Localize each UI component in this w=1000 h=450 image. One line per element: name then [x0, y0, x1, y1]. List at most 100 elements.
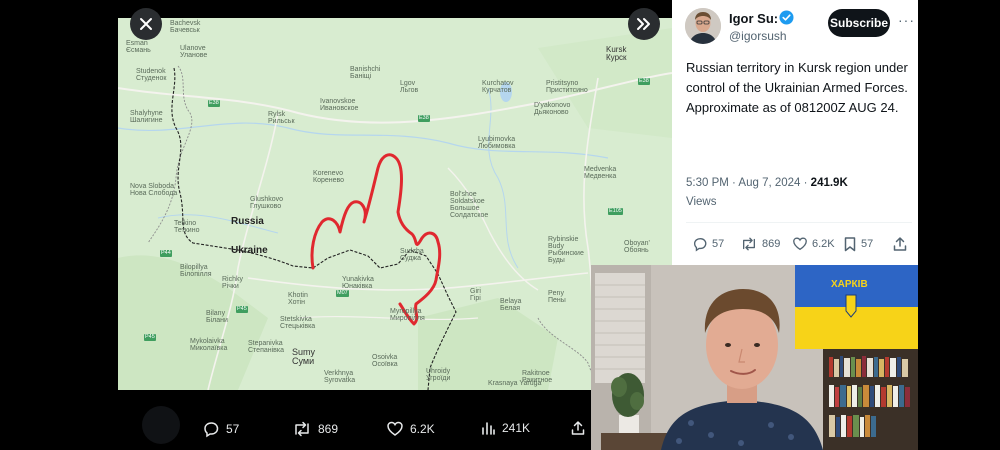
heart-icon	[387, 421, 403, 436]
town-label: Tetkino Теткино	[174, 220, 200, 234]
reply-icon	[204, 422, 219, 438]
like-count: 6.2K	[410, 422, 435, 436]
town-label: Esman Єсмань	[126, 40, 151, 54]
road-shield: E38	[638, 78, 650, 85]
close-icon	[140, 18, 152, 30]
road-shield: M07	[336, 290, 349, 297]
town-label: Bol'shoe Soldatskoe Большое Солдатское	[450, 191, 489, 219]
road-shield: P44	[160, 250, 172, 257]
media-viewer: Russia Ukraine Bachevsk Бачевськ Esman Є…	[118, 0, 672, 450]
town-label: Richky Річки	[222, 276, 244, 290]
town-label: Medvenka Медвенка	[584, 166, 617, 180]
avatar-placeholder	[142, 406, 180, 444]
repost-count: 869	[318, 422, 339, 436]
town-label: Rybinskie Budy Рыбинские Буды	[548, 236, 584, 264]
town-label: Bilany Білани	[206, 310, 228, 324]
views-count: 241K	[502, 421, 531, 435]
town-label: Lyubimovka Любимовка	[478, 136, 516, 150]
repost-icon	[743, 237, 755, 251]
close-button[interactable]	[130, 8, 162, 40]
town-label: Bachevsk Бачевськ	[170, 20, 201, 34]
share-icon	[571, 421, 585, 435]
user-name[interactable]: Igor Su:	[729, 11, 778, 26]
town-label: Myropillya Миропілля	[390, 308, 425, 322]
town-label: Uhroidy Угроїди	[426, 368, 451, 382]
expand-button[interactable]	[628, 8, 660, 40]
bookmark-icon	[844, 237, 856, 252]
tweet-metadata: 5:30 PM · Aug 7, 2024 · 241.9K	[686, 177, 848, 189]
views-action[interactable]: 241K	[480, 420, 530, 436]
expand-icon	[637, 18, 650, 30]
webcam-video: ХАРКІВ	[591, 265, 918, 450]
town-label: Kurchatov Курчатов	[482, 80, 514, 94]
town-label: Lgov Льгов	[400, 80, 419, 94]
reply-icon	[693, 237, 707, 252]
tweet-text: Russian territory in Kursk region under …	[686, 58, 912, 118]
share-action[interactable]	[570, 420, 586, 436]
town-label: Belaya Белая	[500, 298, 522, 312]
town-label: Sudzha Суджа	[400, 248, 424, 262]
reply-count: 57	[712, 238, 725, 250]
town-label: Rylsk Рильськ	[268, 111, 295, 125]
town-label: Oboyan' Обоянь	[624, 240, 650, 254]
subscribe-button[interactable]: Subscribe	[828, 9, 890, 37]
avatar-image	[685, 8, 721, 44]
repost-count: 869	[762, 238, 781, 250]
tweet-text-line: Approximate as of 081200Z AUG 24.	[686, 100, 899, 115]
road-shield: E105	[608, 208, 623, 215]
more-options-button[interactable]: ···	[898, 12, 915, 28]
town-label: Nova Sloboda Нова Слобода	[130, 183, 178, 197]
map-background	[118, 18, 672, 390]
repost-action[interactable]: 869	[292, 420, 338, 438]
town-label-sumy: Sumy Суми	[292, 347, 316, 366]
verified-badge-icon	[779, 10, 794, 25]
reply-action[interactable]: 57	[202, 420, 239, 438]
town-label: Ivanovskoe Ивановское	[320, 98, 359, 112]
town-label: Stetskivka Стецьківка	[280, 316, 316, 330]
town-label: Peny Пены	[548, 290, 566, 304]
town-label: Ulanove Уланове	[180, 45, 208, 59]
bookmark-action[interactable]: 57	[843, 236, 873, 252]
divider	[686, 222, 912, 223]
town-label: D'yakonovo Дьяконово	[534, 102, 571, 116]
reply-count: 57	[226, 422, 240, 436]
town-label: Giri Гірі	[470, 288, 481, 302]
heart-icon	[793, 237, 807, 251]
user-handle[interactable]: @igorsush	[729, 29, 787, 43]
town-label-kursk: Kursk Курск	[606, 45, 627, 62]
town-label: Osoivka Осоївка	[372, 354, 398, 368]
tweet-action-bar: 57 869 6.2K 57	[686, 236, 912, 256]
road-shield: E38	[418, 115, 430, 122]
reply-action[interactable]: 57	[692, 236, 724, 252]
town-label: Studenok Студенок	[136, 68, 167, 82]
town-label: Verkhnya Syrovatka	[324, 370, 356, 384]
town-label: Banishchi Баніщі	[350, 66, 381, 80]
road-shield: P45	[236, 306, 248, 313]
avatar[interactable]	[685, 8, 721, 44]
like-action[interactable]: 6.2K	[386, 420, 435, 438]
town-label: Bilopillya Білопілля	[180, 264, 212, 278]
tweet-view-count: 241.9K	[810, 177, 848, 189]
town-label: Mykolaivka Миколаївка	[190, 338, 228, 352]
tweet-timestamp[interactable]: 5:30 PM · Aug 7, 2024 ·	[686, 177, 811, 189]
like-count: 6.2K	[812, 238, 835, 250]
views-icon	[482, 422, 495, 435]
tweet-text-line: Russian territory in Kursk region under …	[686, 60, 908, 95]
town-label: Korenevo Коренево	[313, 170, 345, 184]
town-label: Shalyhyne Шалигине	[130, 110, 163, 124]
letterbox-edge	[918, 0, 1000, 450]
road-shield: P45	[144, 334, 156, 341]
country-label-ukraine: Ukraine	[231, 245, 268, 256]
media-action-bar: 57 869 6.2K 241K	[118, 400, 672, 450]
repost-action[interactable]: 869	[740, 236, 780, 252]
country-label-russia: Russia	[231, 216, 264, 227]
town-label: Glushkovo Глушково	[250, 196, 284, 210]
share-icon	[893, 237, 907, 251]
share-action[interactable]	[892, 236, 908, 252]
tweet-panel: Igor Su: @igorsush Subscribe ··· Russian…	[672, 0, 918, 265]
webcam-image: ХАРКІВ	[591, 265, 918, 450]
road-shield: E38	[208, 100, 220, 107]
map-image: Russia Ukraine Bachevsk Бачевськ Esman Є…	[118, 18, 672, 390]
flag-text: ХАРКІВ	[831, 279, 868, 290]
like-action[interactable]: 6.2K	[792, 236, 835, 252]
